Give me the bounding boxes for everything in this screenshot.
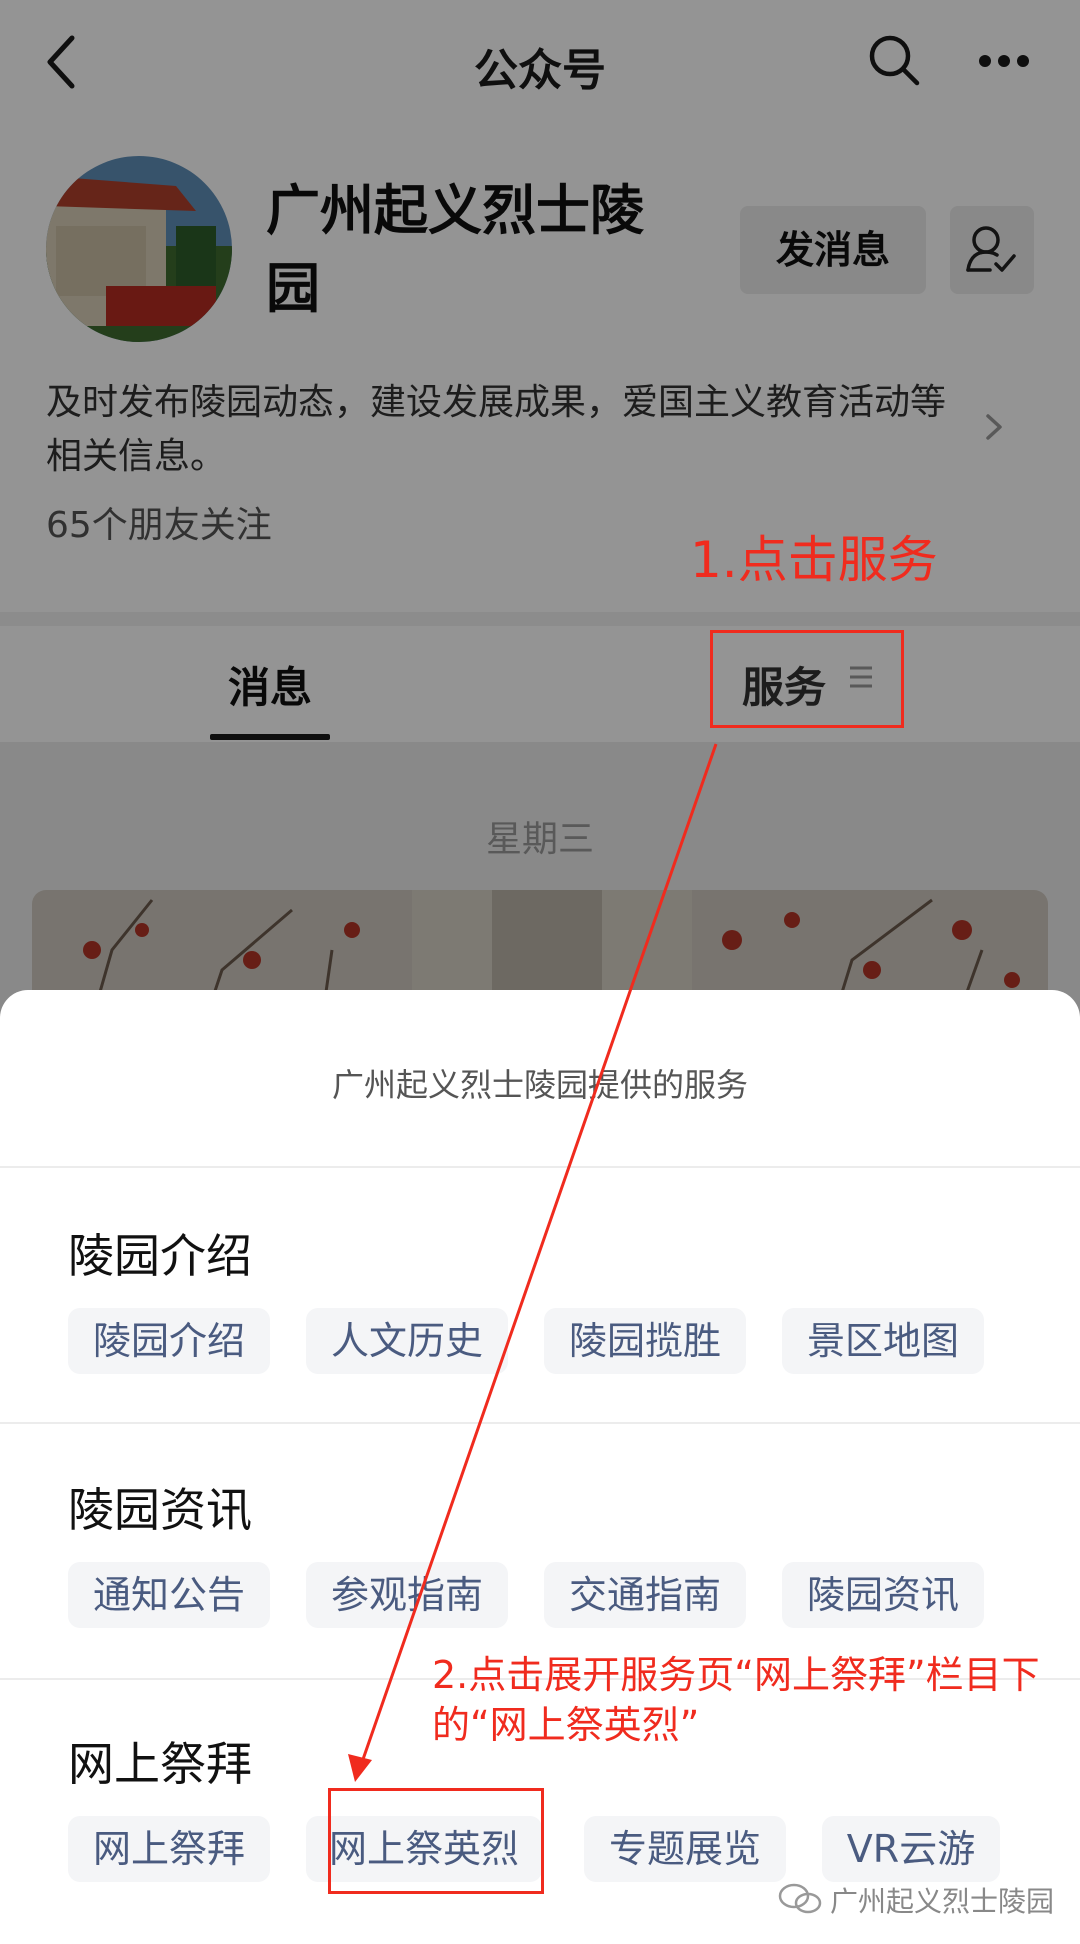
sheet-divider (0, 1166, 1080, 1168)
chip-scenery[interactable]: 陵园揽胜 (544, 1308, 746, 1374)
chip-notices[interactable]: 通知公告 (68, 1562, 270, 1628)
chip-vr-tour[interactable]: VR云游 (822, 1816, 1000, 1882)
chip-news[interactable]: 陵园资讯 (782, 1562, 984, 1628)
annotation-highlight-martyr-tribute (328, 1788, 544, 1894)
chip-online-tribute[interactable]: 网上祭拜 (68, 1816, 270, 1882)
section-divider (0, 1422, 1080, 1424)
sheet-title: 广州起义烈士陵园提供的服务 (331, 1066, 748, 1104)
annotation-step-1: 1.点击服务 (690, 531, 938, 589)
chip-special-exhibition[interactable]: 专题展览 (584, 1816, 786, 1882)
section-title-online-tribute: 网上祭拜 (68, 1737, 252, 1791)
chip-intro[interactable]: 陵园介绍 (68, 1308, 270, 1374)
chip-map[interactable]: 景区地图 (782, 1308, 984, 1374)
section-title-intro: 陵园介绍 (68, 1229, 252, 1283)
chip-visit-guide[interactable]: 参观指南 (306, 1562, 508, 1628)
wechat-icon (778, 1883, 822, 1914)
annotation-highlight-services-tab (710, 630, 904, 728)
watermark-text: 广州起义烈士陵园 (830, 1885, 1055, 1918)
chip-history[interactable]: 人文历史 (306, 1308, 508, 1374)
annotation-step-2: 2.点击展开服务页“网上祭拜”栏目下的“网上祭英烈” (432, 1653, 1040, 1747)
chip-transport-guide[interactable]: 交通指南 (544, 1562, 746, 1628)
section-title-news: 陵园资讯 (68, 1483, 252, 1537)
